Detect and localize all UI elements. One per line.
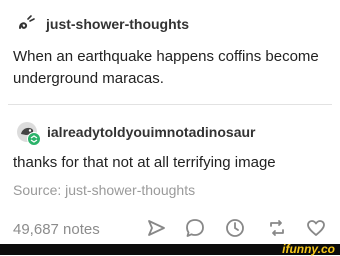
post-text: When an earthquake happens coffins becom… [13,48,319,87]
clock-icon[interactable] [223,216,247,240]
notes-count[interactable]: 49,687 notes [13,221,100,238]
reblog-badge-icon [27,132,41,146]
reply-header: ialreadytoldyouimnotadinosaur [16,121,255,146]
avatar[interactable] [16,121,41,146]
avatar-swirl-icon[interactable] [16,14,36,34]
post-header: just-shower-thoughts [16,14,189,34]
source-link[interactable]: Source: just-shower-thoughts [13,182,195,198]
post-divider [8,104,332,105]
send-icon[interactable] [144,216,168,240]
reply-username[interactable]: ialreadytoldyouimnotadinosaur [47,124,255,140]
post-username[interactable]: just-shower-thoughts [46,16,189,32]
reply-text: thanks for that not at all terrifying im… [13,154,276,171]
heart-icon[interactable] [304,216,328,240]
ifunny-watermark: ifunny.co [282,242,335,256]
reblog-icon[interactable] [265,216,289,240]
chat-bubble-icon[interactable] [183,216,207,240]
